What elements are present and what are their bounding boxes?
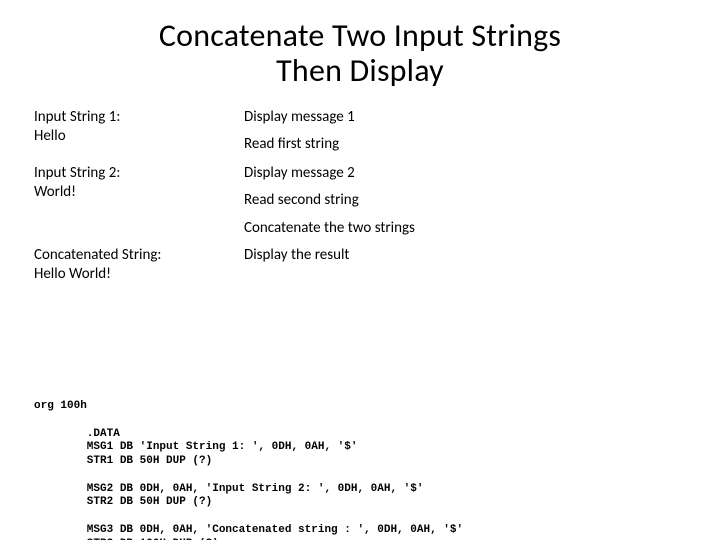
concat-value: Hello World! (34, 265, 234, 284)
slide-title: Concatenate Two Input Strings Then Displ… (0, 0, 720, 98)
slide: Concatenate Two Input Strings Then Displ… (0, 0, 720, 540)
input2-label: Input String 2: (34, 164, 234, 183)
step-display-result: Display the result (244, 246, 574, 265)
input1-label: Input String 1: (34, 108, 234, 127)
step-display-msg2: Display message 2 (244, 164, 574, 183)
title-line-1: Concatenate Two Input Strings (159, 16, 561, 55)
content-grid: Input String 1: Hello Display message 1 … (0, 98, 720, 301)
assembly-code-block: org 100h .DATA MSG1 DB 'Input String 1: … (34, 400, 463, 540)
step-read-second: Read second string (244, 191, 574, 210)
steps-block-2: Display message 2 Read second string (244, 164, 574, 220)
step-read-first: Read first string (244, 135, 574, 154)
input2-value: World! (34, 183, 234, 202)
steps-block-1: Display message 1 Read first string (244, 108, 574, 164)
steps-block-3: Display the result (244, 246, 574, 302)
step-concat: Concatenate the two strings (244, 219, 574, 238)
concat-label: Concatenated String: (34, 246, 234, 265)
input1-value: Hello (34, 127, 234, 146)
concat-block: Concatenated String: Hello World! (34, 246, 234, 284)
input1-block: Input String 1: Hello (34, 108, 234, 146)
empty-left (34, 219, 234, 246)
step-display-msg1: Display message 1 (244, 108, 574, 127)
input2-block: Input String 2: World! (34, 164, 234, 202)
title-line-2: Then Display (276, 51, 444, 90)
